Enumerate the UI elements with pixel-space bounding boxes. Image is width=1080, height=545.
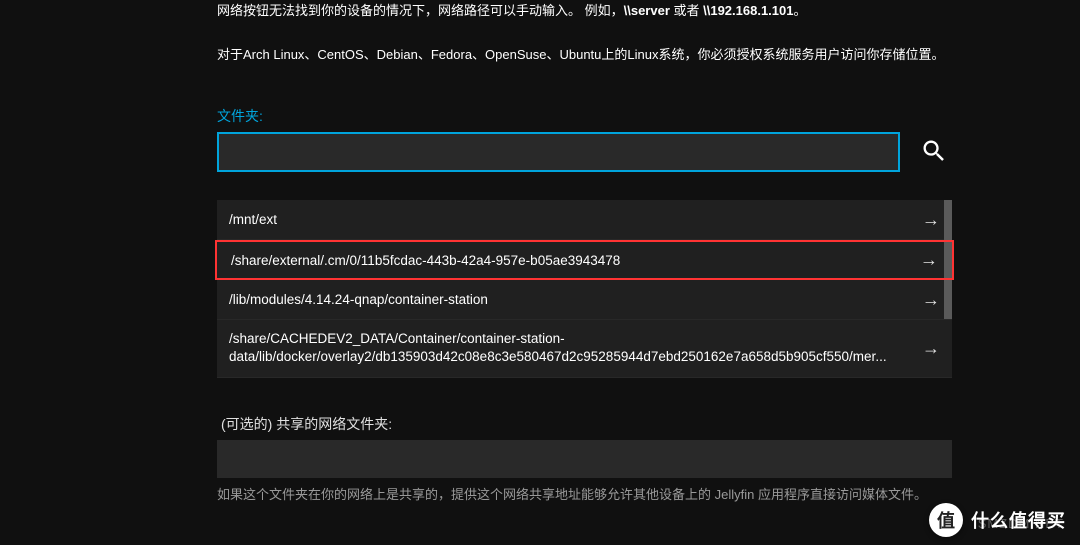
path-text: /mnt/ext bbox=[229, 212, 277, 227]
path-item-lib-modules[interactable]: /lib/modules/4.14.24-qnap/container-stat… bbox=[217, 280, 952, 320]
path-list: /mnt/ext → /share/external/.cm/0/11b5fcd… bbox=[217, 200, 952, 377]
path-item-mnt-ext[interactable]: /mnt/ext → bbox=[217, 200, 952, 240]
chevron-right-icon: → bbox=[922, 336, 940, 360]
search-button[interactable] bbox=[916, 133, 952, 172]
shared-folder-label: (可选的) 共享的网络文件夹: bbox=[221, 414, 952, 434]
shared-description: 如果这个文件夹在你的网络上是共享的，提供这个网络共享地址能够允许其他设备上的 J… bbox=[217, 484, 952, 506]
path-text: /share/external/.cm/0/11b5fcdac-443b-42a… bbox=[231, 253, 620, 268]
watermark: 值 什么值得买 bbox=[929, 503, 1066, 537]
path-text-line1: /share/CACHEDEV2_DATA/Container/containe… bbox=[229, 330, 565, 348]
shared-folder-input[interactable] bbox=[217, 440, 952, 478]
folder-input[interactable] bbox=[217, 132, 900, 172]
chevron-right-icon: → bbox=[922, 209, 940, 230]
path-item-share-external[interactable]: /share/external/.cm/0/11b5fcdac-443b-42a… bbox=[215, 240, 954, 280]
watermark-text: 什么值得买 bbox=[971, 507, 1066, 533]
chevron-right-icon: → bbox=[922, 289, 940, 310]
path-text: /lib/modules/4.14.24-qnap/container-stat… bbox=[229, 292, 488, 307]
path-text-line2: data/lib/docker/overlay2/db135903d42c08e… bbox=[229, 348, 887, 366]
watermark-badge-icon: 值 bbox=[929, 503, 963, 537]
help-text-linux: 对于Arch Linux、CentOS、Debian、Fedora、OpenSu… bbox=[217, 44, 952, 66]
search-icon bbox=[920, 137, 948, 165]
folder-label: 文件夹: bbox=[217, 106, 952, 126]
help-text-network: 网络按钮无法找到你的设备的情况下，网络路径可以手动输入。 例如，\\server… bbox=[217, 0, 952, 22]
chevron-right-icon: → bbox=[920, 250, 938, 271]
path-item-share-cachedev2[interactable]: /share/CACHEDEV2_DATA/Container/containe… bbox=[217, 320, 952, 377]
